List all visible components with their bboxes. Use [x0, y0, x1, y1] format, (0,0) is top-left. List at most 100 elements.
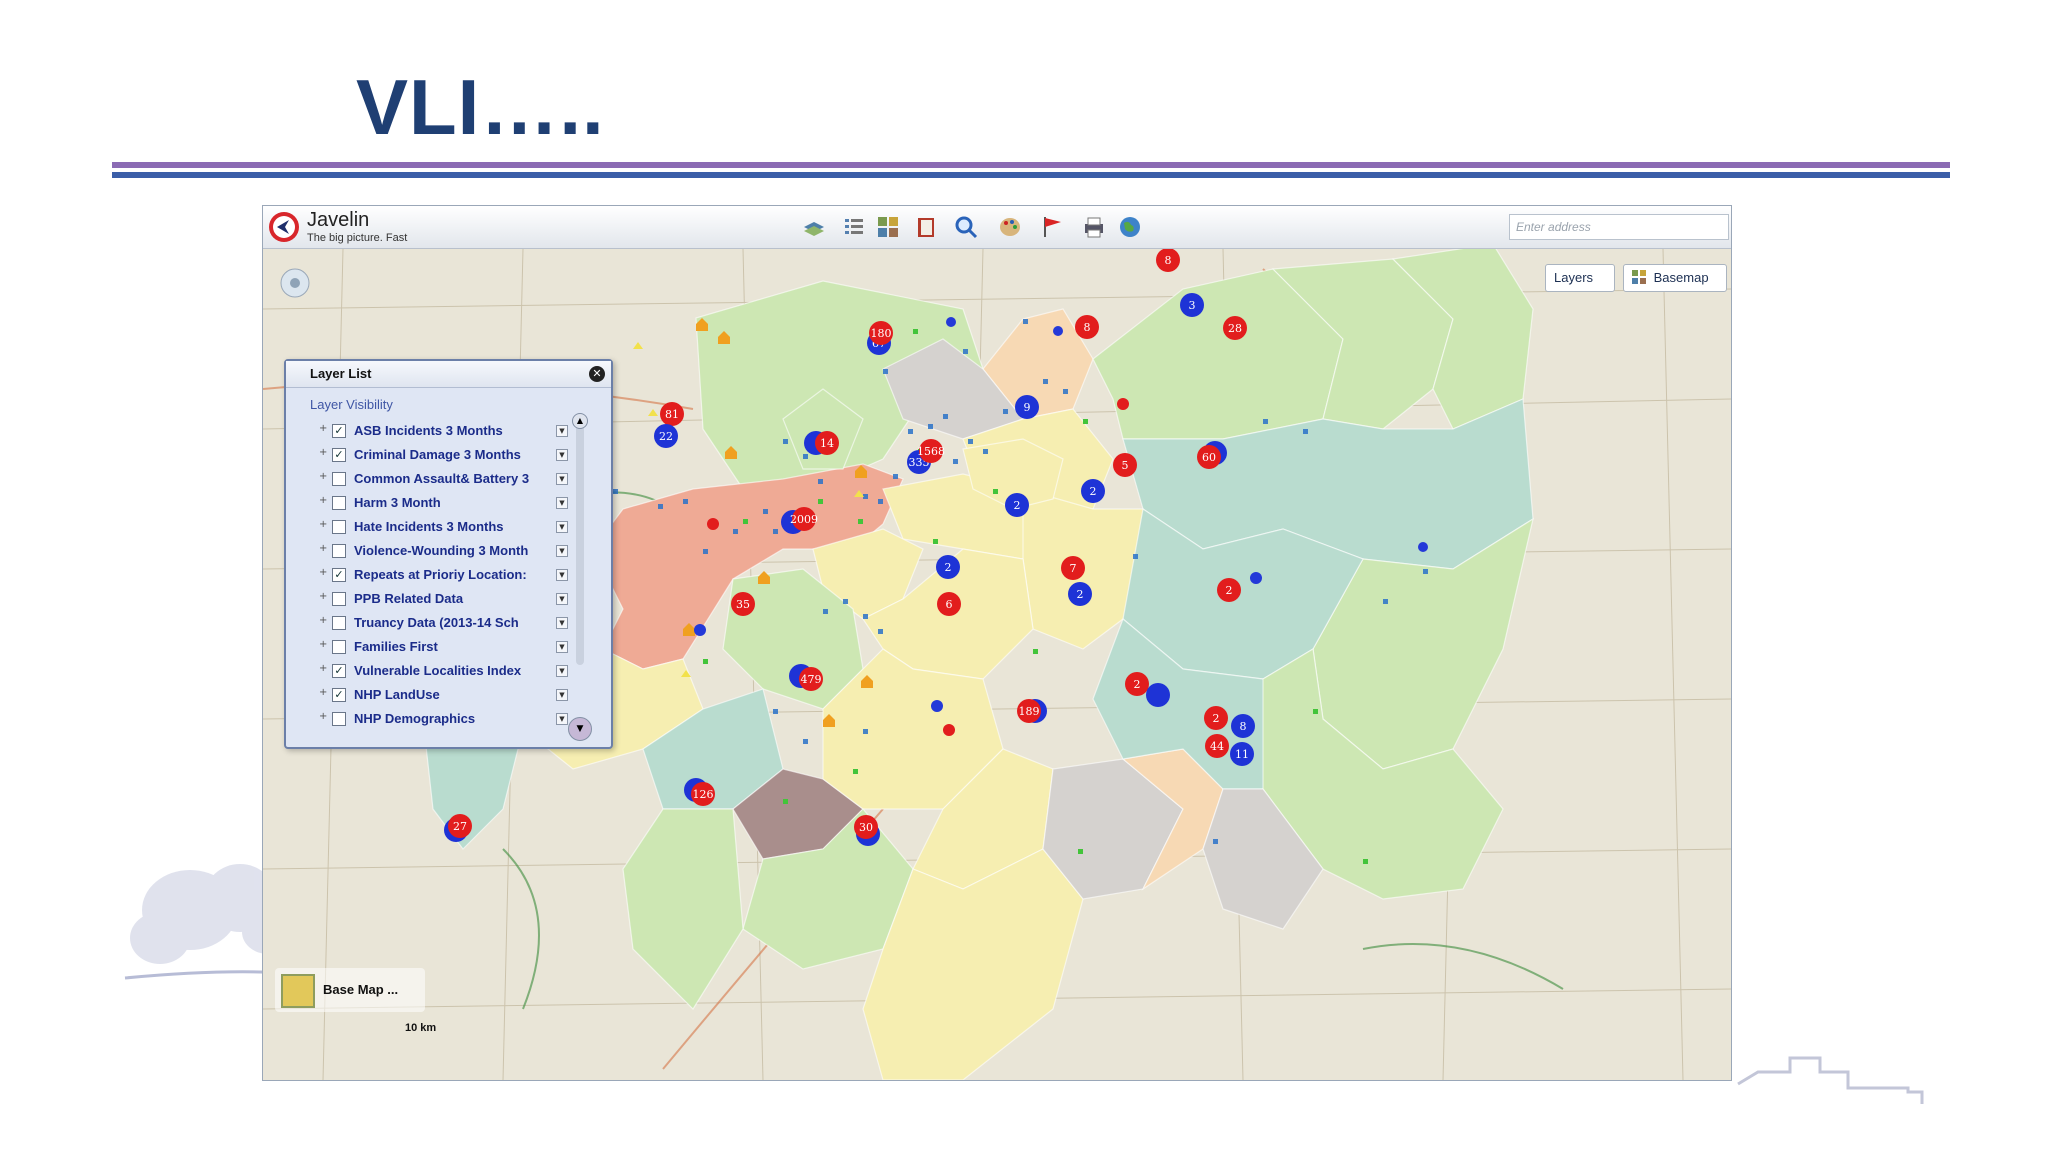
expand-icon[interactable]: +: [319, 471, 327, 482]
chevron-down-icon[interactable]: ▼: [556, 713, 568, 725]
cluster-marker[interactable]: 2: [1204, 706, 1228, 730]
layer-row[interactable]: + NHP Demographics ▼: [286, 709, 576, 729]
close-icon[interactable]: ✕: [589, 366, 605, 382]
scroll-down-icon[interactable]: ▼: [568, 717, 592, 741]
layer-checkbox[interactable]: ✓: [332, 568, 346, 582]
basemap-button[interactable]: Basemap: [1623, 264, 1727, 292]
palette-icon[interactable]: [997, 214, 1023, 240]
chevron-down-icon[interactable]: ▼: [556, 617, 568, 629]
layer-list-header[interactable]: Layer List ✕: [286, 361, 611, 388]
layer-row[interactable]: + ✓ Repeats at Prioriy Location: ▼: [286, 565, 576, 585]
address-search-input[interactable]: Enter address: [1509, 214, 1729, 240]
layer-checkbox[interactable]: [332, 520, 346, 534]
cluster-marker[interactable]: 2: [1005, 493, 1029, 517]
cluster-marker[interactable]: 7: [1061, 556, 1085, 580]
legend-list-icon[interactable]: [841, 214, 867, 240]
globe-icon[interactable]: [1117, 214, 1143, 240]
layers-button-label: Layers: [1554, 270, 1594, 285]
layer-checkbox[interactable]: [332, 640, 346, 654]
chevron-down-icon[interactable]: ▼: [556, 497, 568, 509]
cluster-label: 2: [1213, 712, 1220, 725]
layer-checkbox[interactable]: [332, 712, 346, 726]
cluster-marker[interactable]: 9: [1015, 395, 1039, 419]
layer-checkbox[interactable]: [332, 592, 346, 606]
cluster-marker[interactable]: 5: [1113, 453, 1137, 477]
layer-row[interactable]: + PPB Related Data ▼: [286, 589, 576, 609]
layer-list-scrollbar[interactable]: [576, 421, 584, 665]
cluster-marker[interactable]: 8: [1231, 714, 1255, 738]
cluster-marker[interactable]: 2: [1217, 578, 1241, 602]
expand-icon[interactable]: +: [319, 495, 327, 506]
layer-row[interactable]: + ✓ Criminal Damage 3 Months ▼: [286, 445, 576, 465]
layer-row[interactable]: + Harm 3 Month ▼: [286, 493, 576, 513]
cluster-marker[interactable]: 28: [1223, 316, 1247, 340]
chevron-down-icon[interactable]: ▼: [556, 569, 568, 581]
cluster-marker[interactable]: 3: [1180, 293, 1204, 317]
layer-checkbox[interactable]: [332, 544, 346, 558]
expand-icon[interactable]: +: [319, 615, 327, 626]
expand-icon[interactable]: +: [319, 591, 327, 602]
zoom-control[interactable]: [280, 268, 310, 298]
cluster-marker[interactable]: 2: [936, 555, 960, 579]
layer-row[interactable]: + ✓ NHP LandUse ▼: [286, 685, 576, 705]
expand-icon[interactable]: +: [319, 543, 327, 554]
cluster-marker[interactable]: 2: [1068, 582, 1092, 606]
layer-checkbox[interactable]: [332, 496, 346, 510]
layers-stack-icon[interactable]: [801, 214, 827, 240]
layer-checkbox[interactable]: ✓: [332, 664, 346, 678]
cluster-marker[interactable]: 81: [660, 402, 684, 426]
layer-row[interactable]: + Hate Incidents 3 Months ▼: [286, 517, 576, 537]
chevron-down-icon[interactable]: ▼: [556, 521, 568, 533]
expand-icon[interactable]: +: [319, 639, 327, 650]
layer-row[interactable]: + Violence-Wounding 3 Month ▼: [286, 541, 576, 561]
search-zoom-icon[interactable]: [953, 214, 979, 240]
cluster-marker[interactable]: 44: [1205, 734, 1229, 758]
chevron-down-icon[interactable]: ▼: [556, 665, 568, 677]
layer-checkbox[interactable]: ✓: [332, 448, 346, 462]
chevron-down-icon[interactable]: ▼: [556, 641, 568, 653]
cluster-marker[interactable]: 8: [1156, 249, 1180, 272]
cluster-marker[interactable]: 180: [869, 321, 893, 345]
layer-row[interactable]: + ✓ ASB Incidents 3 Months ▼: [286, 421, 576, 441]
chevron-down-icon[interactable]: ▼: [556, 449, 568, 461]
chevron-down-icon[interactable]: ▼: [556, 473, 568, 485]
cluster-marker[interactable]: 2: [1081, 479, 1105, 503]
chevron-down-icon[interactable]: ▼: [556, 689, 568, 701]
layers-button[interactable]: Layers: [1545, 264, 1615, 292]
cluster-marker[interactable]: 14: [804, 431, 839, 455]
book-icon[interactable]: [913, 214, 939, 240]
cluster-marker[interactable]: 35: [731, 592, 755, 616]
chevron-down-icon[interactable]: ▼: [556, 593, 568, 605]
cluster-label: 7: [1070, 562, 1077, 575]
layer-row[interactable]: + ✓ Vulnerable Localities Index ▼: [286, 661, 576, 681]
layer-row[interactable]: + Truancy Data (2013-14 Sch ▼: [286, 613, 576, 633]
layer-row[interactable]: + Families First ▼: [286, 637, 576, 657]
cluster-marker[interactable]: 22: [654, 424, 678, 448]
cluster-marker[interactable]: 11: [1230, 742, 1254, 766]
cluster-marker[interactable]: 189: [1017, 699, 1047, 723]
layer-checkbox[interactable]: ✓: [332, 688, 346, 702]
layer-checkbox[interactable]: [332, 472, 346, 486]
layer-visibility-label: Layer Visibility: [310, 397, 393, 412]
grid-view-icon[interactable]: [875, 214, 901, 240]
cluster-label: 2009: [790, 513, 818, 526]
expand-icon[interactable]: +: [319, 567, 327, 578]
cluster-marker[interactable]: 8: [1075, 315, 1099, 339]
layer-checkbox[interactable]: ✓: [332, 424, 346, 438]
expand-icon[interactable]: +: [319, 447, 327, 458]
expand-icon[interactable]: +: [319, 687, 327, 698]
cluster-marker[interactable]: 6: [937, 592, 961, 616]
layer-checkbox[interactable]: [332, 616, 346, 630]
cluster-label: 180: [871, 327, 892, 340]
expand-icon[interactable]: +: [319, 519, 327, 530]
chevron-down-icon[interactable]: ▼: [556, 425, 568, 437]
flag-icon[interactable]: [1039, 214, 1065, 240]
scroll-up-icon[interactable]: ▲: [572, 413, 588, 429]
layer-row[interactable]: + Common Assault& Battery 3 ▼: [286, 469, 576, 489]
basemap-selector[interactable]: Base Map ...: [275, 968, 425, 1012]
chevron-down-icon[interactable]: ▼: [556, 545, 568, 557]
expand-icon[interactable]: +: [319, 423, 327, 434]
expand-icon[interactable]: +: [319, 711, 327, 722]
print-icon[interactable]: [1081, 214, 1107, 240]
expand-icon[interactable]: +: [319, 663, 327, 674]
